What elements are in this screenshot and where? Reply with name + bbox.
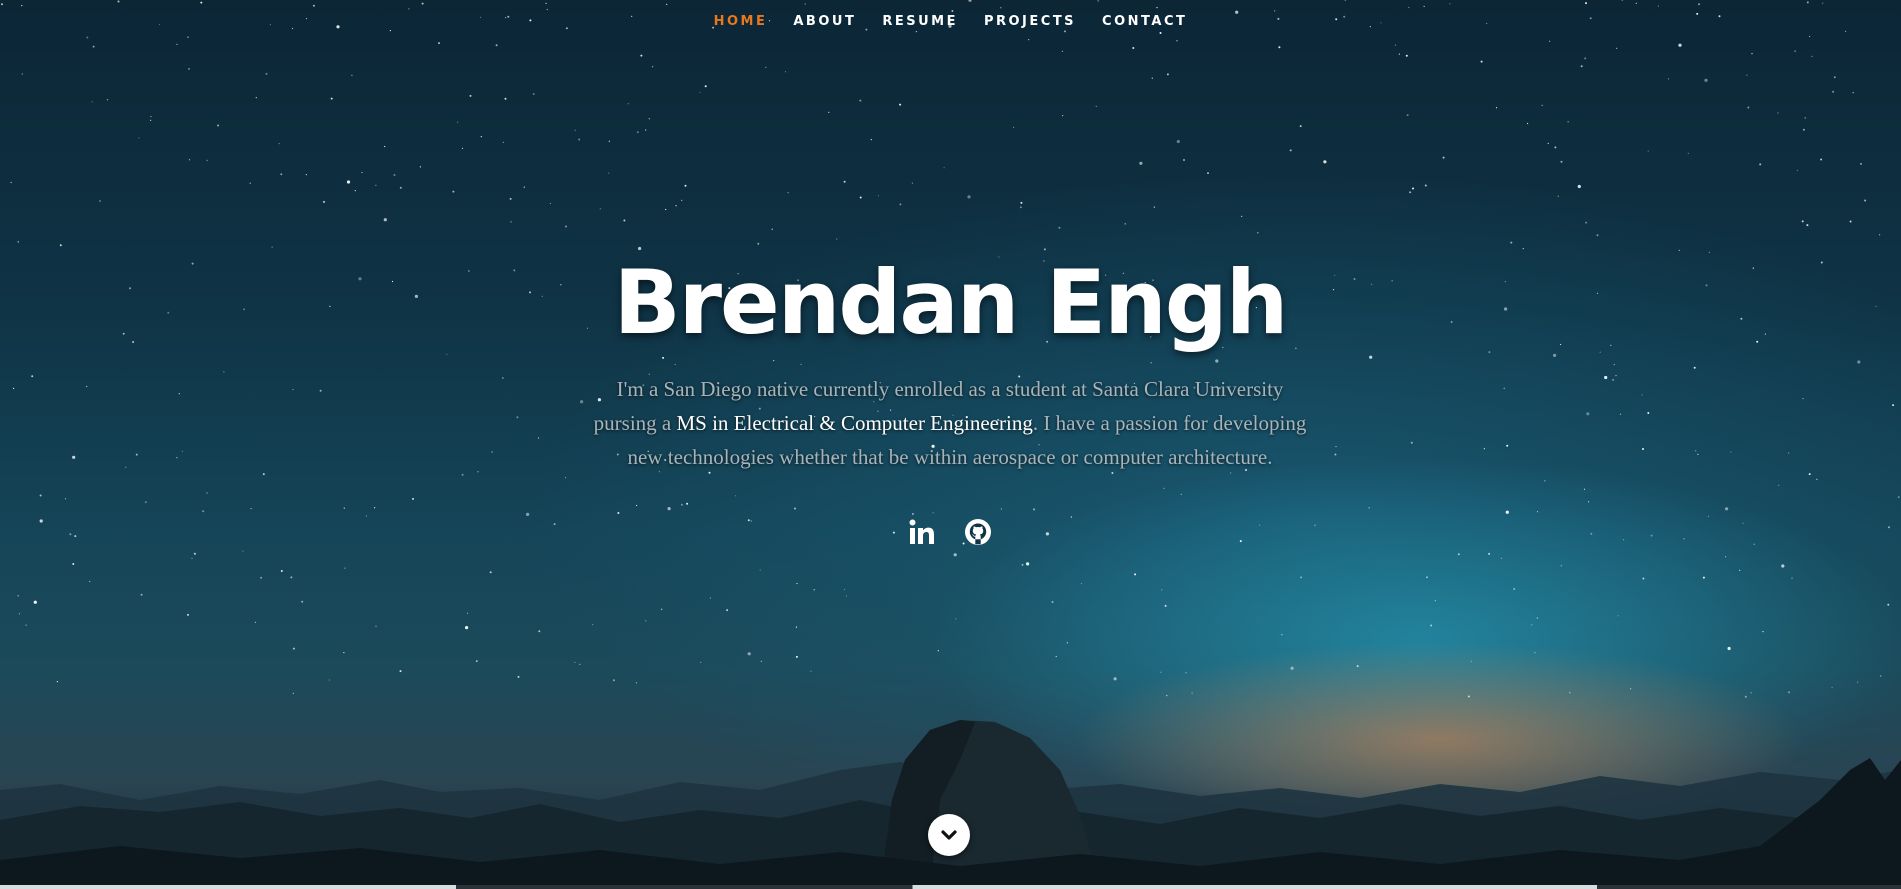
nav-resume[interactable]: RESUME: [882, 12, 958, 31]
nav-home[interactable]: HOME: [714, 12, 768, 31]
scroll-down-button[interactable]: [928, 814, 970, 856]
linkedin-icon: [909, 519, 934, 544]
hero-background: HOME ABOUT RESUME PROJECTS CONTACT Brend…: [0, 0, 1901, 889]
nav-projects[interactable]: PROJECTS: [984, 12, 1076, 31]
social-links: [550, 518, 1350, 546]
hero-section: Brendan Engh I'm a San Diego native curr…: [550, 248, 1350, 546]
linkedin-link[interactable]: [908, 518, 936, 546]
nav-about[interactable]: ABOUT: [793, 12, 856, 31]
nav-contact[interactable]: CONTACT: [1102, 12, 1187, 31]
main-nav: HOME ABOUT RESUME PROJECTS CONTACT: [0, 12, 1901, 31]
github-icon: [965, 519, 991, 545]
page-bottom-edge: [0, 885, 1901, 889]
hero-bio: I'm a San Diego native currently enrolle…: [590, 372, 1310, 474]
chevron-down-icon: [941, 830, 957, 840]
hero-name: Brendan Engh: [613, 251, 1289, 354]
bio-degree-highlight: MS in Electrical & Computer Engineering: [676, 411, 1033, 435]
github-link[interactable]: [964, 518, 992, 546]
